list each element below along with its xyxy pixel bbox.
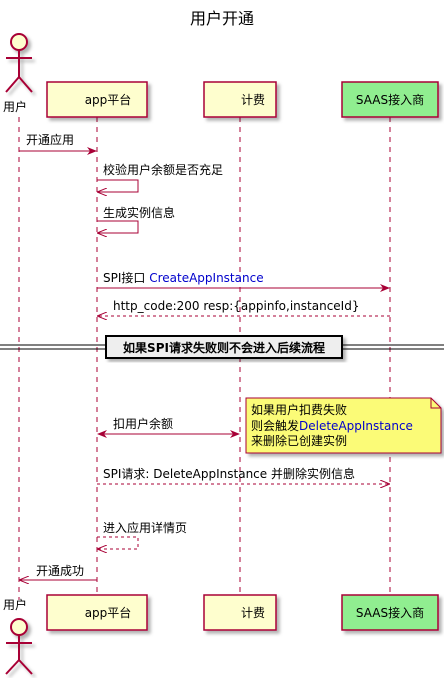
message-spi-response: http_code:200 resp:{appinfo,instanceId} (113, 299, 359, 313)
message-spi-delete: SPI请求: DeleteAppInstance 并删除实例信息 (103, 466, 355, 481)
actor-user-bottom (5, 618, 33, 675)
divider-label: 如果SPI请求失败则不会进入后续流程 (123, 340, 325, 355)
message-open-app: 开通应用 (26, 132, 74, 147)
actor-user-bottom-label: 用户 (3, 597, 27, 612)
note-line-3: 来删除已创建实例 (251, 433, 347, 448)
participant-billing-bottom-label: 计费 (241, 606, 265, 620)
participant-saas-bottom-label: SAAS接入商 (356, 605, 424, 620)
actor-user-top-label: 用户 (3, 99, 27, 114)
participant-app-top-label: app平台 (85, 92, 132, 107)
participant-app-bottom-label: app平台 (85, 605, 132, 620)
message-spi-create: SPI接口 CreateAppInstance (103, 270, 264, 285)
message-check-balance: 校验用户余额是否充足 (103, 162, 223, 177)
sequence-diagram: 用户开通 用户 app平台 计费 SAAS接入商 开通应用 校验用户余额是否充足… (0, 9, 444, 675)
diagram-title: 用户开通 (190, 9, 254, 28)
participant-saas-top-label: SAAS接入商 (356, 92, 424, 107)
actor-user-top (5, 33, 33, 93)
message-create-instance: 生成实例信息 (103, 205, 175, 220)
note-link: DeleteAppInstance (299, 419, 413, 433)
participant-billing-top-label: 计费 (241, 93, 265, 107)
arrow-create-instance (97, 220, 139, 233)
message-deduct-balance: 扣用户余额 (113, 416, 173, 431)
message-spi-create-link: CreateAppInstance (149, 271, 263, 285)
message-open-success: 开通成功 (36, 564, 84, 578)
note-line-2: 则会触发DeleteAppInstance (251, 418, 413, 433)
arrow-app-detail (97, 536, 139, 549)
note-line-1: 如果用户扣费失败 (251, 402, 347, 417)
message-app-detail: 进入应用详情页 (103, 520, 187, 535)
arrow-check-balance (97, 179, 139, 192)
